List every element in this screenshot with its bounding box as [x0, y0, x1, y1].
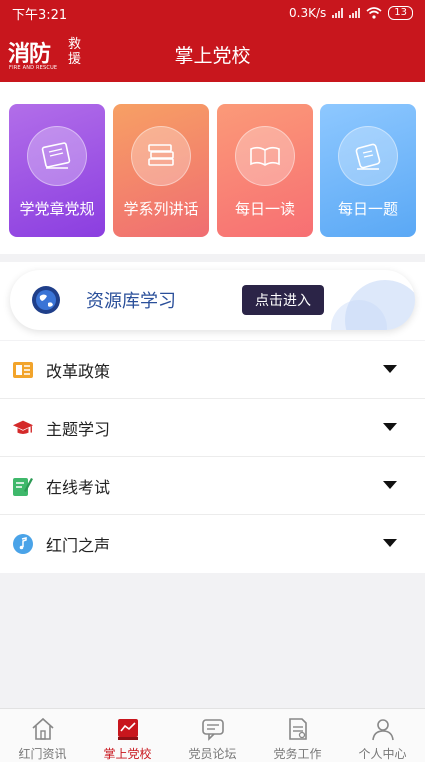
policy-book-icon — [12, 359, 34, 381]
network-speed: 0.3K/s — [289, 6, 327, 20]
status-bar: 下午3:21 0.3K/s 13 — [0, 0, 425, 26]
page-title: 掌上党校 — [174, 45, 251, 67]
wifi-icon — [366, 7, 382, 19]
tab-red-gate-news[interactable]: 红门资讯 — [0, 709, 85, 762]
tab-label: 个人中心 — [358, 747, 407, 761]
card-party-constitution[interactable]: 学党章党规 — [9, 104, 105, 237]
resource-section: 资源库学习 点击进入 — [0, 262, 425, 340]
books-stack-icon — [131, 126, 191, 186]
graduation-cap-icon — [12, 417, 34, 439]
chat-icon — [201, 719, 224, 741]
book-icon — [27, 126, 87, 186]
caret-down-icon[interactable] — [383, 481, 397, 489]
tab-party-affairs[interactable]: 党务工作 — [255, 709, 340, 762]
card-label: 每日一题 — [337, 200, 398, 218]
tab-member-forum[interactable]: 党员论坛 — [170, 709, 255, 762]
enter-button[interactable]: 点击进入 — [242, 285, 324, 315]
card-label: 学党章党规 — [19, 200, 95, 218]
list-item-theme-study[interactable]: 主题学习 — [0, 399, 425, 457]
caret-down-icon[interactable] — [383, 539, 397, 547]
tab-mobile-party-school[interactable]: 掌上党校 — [85, 709, 170, 762]
card-label: 每日一读 — [234, 200, 295, 218]
resource-banner[interactable]: 资源库学习 点击进入 — [10, 270, 415, 330]
card-daily-read[interactable]: 每日一读 — [217, 104, 313, 237]
signal-icon — [349, 8, 361, 18]
chart-book-icon — [117, 719, 138, 740]
tab-label: 掌上党校 — [103, 747, 152, 761]
resource-label: 资源库学习 — [86, 291, 176, 312]
tab-label: 党员论坛 — [188, 747, 237, 761]
card-daily-question[interactable]: 每日一题 — [320, 104, 416, 237]
list-item-label: 改革政策 — [46, 361, 111, 381]
list-item-label: 红门之声 — [46, 536, 111, 555]
status-indicators: 0.3K/s 13 — [289, 6, 413, 20]
card-series-speech[interactable]: 学系列讲话 — [113, 104, 209, 237]
caret-down-icon[interactable] — [383, 365, 397, 373]
tab-label: 党务工作 — [273, 747, 322, 761]
home-icon — [31, 717, 54, 740]
list-item-online-exam[interactable]: 在线考试 — [0, 457, 425, 515]
user-icon — [371, 719, 394, 741]
document-icon — [288, 718, 307, 740]
open-book-icon — [235, 126, 295, 186]
category-list: 改革政策 主题学习 在线考试 红门之声 — [0, 341, 425, 573]
pencil-paper-icon — [12, 475, 34, 497]
globe-icon — [32, 286, 60, 314]
music-note-icon — [12, 533, 34, 555]
list-item-reform-policy[interactable]: 改革政策 — [0, 341, 425, 399]
tab-label: 红门资讯 — [18, 747, 67, 761]
list-item-label: 主题学习 — [46, 419, 111, 439]
phone-quiz-icon — [338, 126, 398, 186]
list-item-red-gate-voice[interactable]: 红门之声 — [0, 515, 425, 573]
signal-icon — [332, 8, 344, 18]
bottom-tab-bar: 红门资讯 掌上党校 党员论坛 党务工作 个人中心 — [0, 708, 425, 762]
battery-indicator: 13 — [388, 6, 413, 20]
app-header: 消防 救援 FIRE AND RESCUE 掌上党校 — [0, 26, 425, 82]
caret-down-icon[interactable] — [383, 423, 397, 431]
list-item-label: 在线考试 — [46, 477, 111, 497]
tab-personal-center[interactable]: 个人中心 — [340, 709, 425, 762]
status-time: 下午3:21 — [12, 7, 68, 23]
card-label: 学系列讲话 — [123, 200, 199, 218]
feature-cards: 学党章党规 学系列讲话 每日一读 每日一题 — [0, 82, 425, 254]
